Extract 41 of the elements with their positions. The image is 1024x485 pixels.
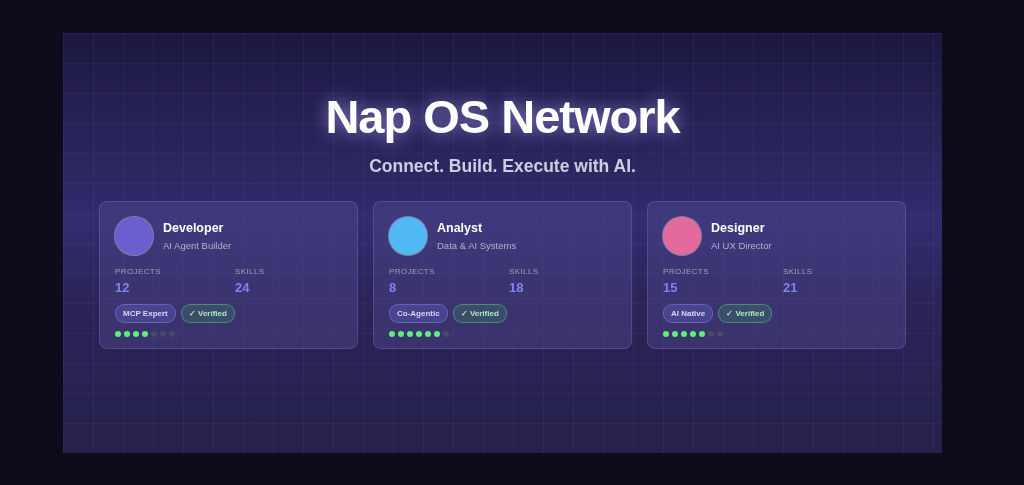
stat-label: PROJECTS bbox=[389, 267, 436, 276]
profile-role: AI Agent Builder bbox=[163, 240, 232, 251]
rating-dot bbox=[672, 331, 678, 337]
verified-badge: ✓ Verified bbox=[718, 304, 773, 323]
rating-dot bbox=[663, 331, 669, 337]
skill-tag: MCP Expert bbox=[115, 304, 176, 323]
profile-role: Data & AI Systems bbox=[437, 240, 517, 251]
rating-dot bbox=[681, 331, 687, 337]
rating-dot bbox=[389, 331, 395, 337]
rating-dot bbox=[690, 331, 696, 337]
stat-value: 15 bbox=[663, 280, 679, 295]
rating-dot bbox=[142, 331, 148, 337]
rating-dot bbox=[124, 331, 130, 337]
page-title: Nap OS Network bbox=[325, 89, 680, 144]
rating-dot bbox=[425, 331, 431, 337]
rating-dot bbox=[133, 331, 139, 337]
skill-tag: AI Native bbox=[663, 304, 714, 323]
profile-role: AI UX Director bbox=[711, 240, 772, 251]
rating-dot bbox=[699, 331, 705, 337]
stat-value: 24 bbox=[235, 280, 251, 295]
stat-value: 8 bbox=[389, 280, 398, 295]
skill-tag: Co-Agentic bbox=[389, 304, 448, 323]
stat-label: SKILLS bbox=[235, 267, 266, 276]
rating-dot bbox=[434, 331, 440, 337]
stat-label: PROJECTS bbox=[663, 267, 710, 276]
page-subtitle: Connect. Build. Execute with AI. bbox=[369, 156, 636, 177]
profile-name: Analyst bbox=[437, 221, 484, 235]
verified-badge: ✓ Verified bbox=[180, 304, 235, 323]
profile-name: Developer bbox=[163, 221, 225, 235]
stat-label: SKILLS bbox=[783, 267, 814, 276]
stat-value: 21 bbox=[783, 280, 799, 295]
rating-dot bbox=[407, 331, 413, 337]
stat-label: PROJECTS bbox=[115, 267, 162, 276]
stat-value: 12 bbox=[115, 280, 131, 295]
rating-dot bbox=[398, 331, 404, 337]
stat-value: 18 bbox=[509, 280, 525, 295]
profile-name: Designer bbox=[711, 221, 766, 235]
rating-dot bbox=[115, 331, 121, 337]
stat-label: SKILLS bbox=[509, 267, 540, 276]
rating-dot bbox=[416, 331, 422, 337]
verified-badge: ✓ Verified bbox=[452, 304, 507, 323]
